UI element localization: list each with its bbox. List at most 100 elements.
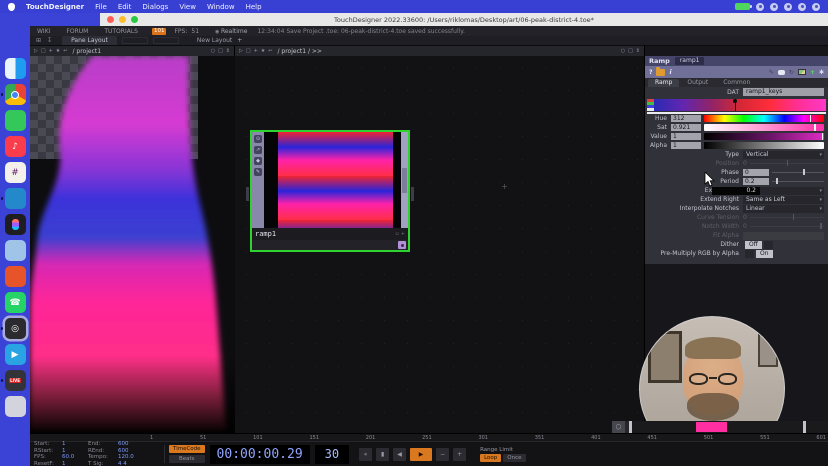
folder-icon[interactable] xyxy=(656,69,665,76)
timeline-options-handle[interactable]: ◯ xyxy=(612,421,625,433)
battery-icon[interactable] xyxy=(735,3,750,10)
timeline-ruler[interactable]: 151101151201251301351401451501551601 xyxy=(30,433,828,441)
pane-split-icon[interactable]: ▷ xyxy=(239,48,243,54)
node-comment-icon[interactable]: ▫ xyxy=(395,231,398,237)
status-icon-2[interactable] xyxy=(770,3,778,11)
dock-item-vscode[interactable] xyxy=(5,188,26,209)
dock-item-live-app[interactable]: LIVE xyxy=(5,370,26,391)
dock-item-design-app[interactable] xyxy=(5,214,26,235)
ramp-editor[interactable] xyxy=(645,97,828,114)
help-icon[interactable]: ? xyxy=(649,69,652,76)
gear-icon[interactable]: ✱ xyxy=(819,69,824,76)
display-icon[interactable]: □ xyxy=(628,48,633,54)
ramp1-node[interactable]: ⊙ ↗ ◆ ✎ ramp1 ▫+ xyxy=(250,130,410,252)
beats-mode-button[interactable]: Beats xyxy=(169,455,205,463)
back-icon[interactable]: ↩ xyxy=(268,48,272,54)
pane-split-icon[interactable]: ▷ xyxy=(34,48,38,54)
dock-item-telegram[interactable]: ▶ xyxy=(5,344,26,365)
phase-slider[interactable] xyxy=(772,172,824,174)
sat-slider[interactable] xyxy=(704,124,824,131)
phase-field[interactable]: 0 xyxy=(743,169,769,176)
pane-maximize-icon[interactable]: □ xyxy=(41,48,46,54)
tab-ramp[interactable]: Ramp xyxy=(648,79,679,87)
status-icon-5[interactable] xyxy=(812,3,820,11)
bookmark-icon[interactable]: ★ xyxy=(56,48,60,54)
dock-item-mail[interactable] xyxy=(5,240,26,261)
timeline-field-value[interactable]: 1 xyxy=(62,461,86,466)
node-viewer-toggle-icon[interactable]: ⊙ xyxy=(254,135,262,143)
node-name[interactable]: ramp1 xyxy=(255,230,276,238)
empty-layout-slot[interactable] xyxy=(122,37,148,44)
dock-item-trash[interactable] xyxy=(5,396,26,417)
timeline-field-value[interactable]: 60.0 xyxy=(62,454,86,460)
apple-icon[interactable] xyxy=(8,3,15,11)
timeline-field-value[interactable]: 600 xyxy=(118,441,148,447)
tab-common[interactable]: Common xyxy=(716,79,757,87)
interpolate-dropdown[interactable]: Linear xyxy=(743,205,824,213)
node-edit-icon[interactable]: ✎ xyxy=(254,168,262,176)
timeline-highlight-range[interactable] xyxy=(696,422,727,432)
close-button[interactable] xyxy=(107,16,114,23)
forum-link[interactable]: FORUM xyxy=(66,28,88,35)
add-pane-icon[interactable]: + xyxy=(49,48,53,54)
zoom-button[interactable] xyxy=(131,16,138,23)
dither-on-box[interactable] xyxy=(764,241,773,249)
pane-layout-tab[interactable]: Pane Layout xyxy=(62,36,117,45)
menu-item-file[interactable]: File xyxy=(95,3,107,11)
realtime-toggle[interactable]: Realtime xyxy=(215,28,247,35)
status-icon-4[interactable] xyxy=(798,3,806,11)
dock-item-whatsapp[interactable]: ☎ xyxy=(5,292,26,313)
timeline-field-value[interactable]: 1 xyxy=(62,448,86,454)
node-clone-icon[interactable]: ↗ xyxy=(254,146,262,154)
premultiply-on-button[interactable]: On xyxy=(756,250,773,258)
info-icon[interactable]: i xyxy=(669,69,671,76)
status-icon-1[interactable] xyxy=(756,3,764,11)
comment-icon[interactable] xyxy=(778,70,785,75)
dock-item-calendar[interactable] xyxy=(5,266,26,287)
value-field[interactable]: 1 xyxy=(671,133,701,140)
layout-grid-icon[interactable]: ⊞ xyxy=(36,37,41,44)
ramp-gradient-preview[interactable] xyxy=(654,99,826,111)
frame-forward-button[interactable]: + xyxy=(453,448,466,461)
window-titlebar[interactable]: TouchDesigner 2022.33600: /Users/rikloma… xyxy=(100,13,828,26)
status-icon-3[interactable] xyxy=(784,3,792,11)
jump-start-button[interactable]: « xyxy=(359,448,372,461)
sat-field[interactable]: 0.921 xyxy=(671,124,701,131)
type-dropdown[interactable]: Vertical xyxy=(743,151,824,159)
loop-button[interactable]: Loop xyxy=(480,454,501,462)
ramp-swatch-column[interactable] xyxy=(647,99,654,111)
node-output-connector[interactable] xyxy=(411,187,414,201)
expression-icon[interactable]: ✎ xyxy=(769,69,774,76)
timecode-mode-button[interactable]: TimeCode xyxy=(169,445,205,453)
play-button[interactable]: ▶ xyxy=(410,448,432,461)
dock-item-messages[interactable] xyxy=(5,110,26,131)
period-slider[interactable] xyxy=(772,181,824,183)
add-pane-icon[interactable]: + xyxy=(254,48,258,54)
node-scrollbar[interactable] xyxy=(401,132,408,228)
timeline-field-value[interactable]: 4 4 xyxy=(118,461,148,466)
back-icon[interactable]: ↩ xyxy=(63,48,67,54)
display-icon[interactable]: □ xyxy=(218,48,223,54)
empty-layout-slot[interactable] xyxy=(153,37,179,44)
node-input-connector[interactable] xyxy=(246,187,249,201)
minimize-button[interactable] xyxy=(119,16,126,23)
camera-icon[interactable]: ○ xyxy=(211,48,215,54)
node-flag-icon[interactable]: ◆ xyxy=(254,157,262,165)
tutorials-link[interactable]: TUTORIALS xyxy=(104,28,138,35)
period-field[interactable]: 0.2 xyxy=(743,178,769,185)
play-reverse-button[interactable]: ◀ xyxy=(393,448,406,461)
save-layout-icon[interactable]: ↧ xyxy=(47,37,52,44)
network-pane-path[interactable]: / project1 / >> xyxy=(277,48,321,55)
node-add-icon[interactable]: + xyxy=(401,231,405,237)
dock-item-chrome[interactable] xyxy=(5,84,26,105)
tab-output[interactable]: Output xyxy=(680,79,715,87)
premultiply-off-box[interactable] xyxy=(745,250,754,258)
pane-maximize-icon[interactable]: □ xyxy=(246,48,251,54)
viewer-pane-path[interactable]: / project1 xyxy=(72,48,101,55)
frame-back-button[interactable]: − xyxy=(436,448,449,461)
resize-icon[interactable]: ⇕ xyxy=(226,48,230,54)
add-layout-icon[interactable]: + xyxy=(237,37,242,44)
bookmark-icon[interactable]: ★ xyxy=(261,48,265,54)
hue-slider[interactable] xyxy=(704,115,824,122)
thumbnail-icon[interactable] xyxy=(798,69,806,75)
